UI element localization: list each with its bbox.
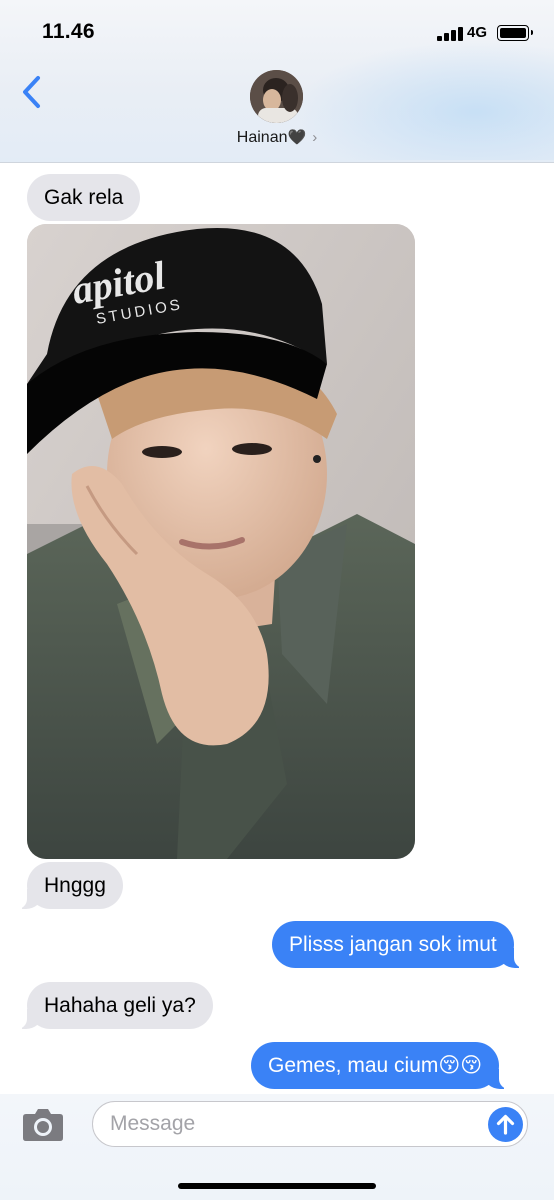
signal-strength-icon (437, 27, 463, 41)
message-incoming[interactable]: Hnggg (17, 862, 123, 909)
black-heart-icon: 🖤 (287, 129, 307, 146)
battery-icon (497, 25, 533, 41)
camera-button[interactable] (22, 1106, 64, 1142)
camera-icon (23, 1109, 63, 1141)
chevron-left-icon (23, 76, 40, 108)
send-button[interactable] (488, 1107, 523, 1142)
chevron-right-icon: › (312, 129, 318, 146)
back-button[interactable] (16, 72, 48, 112)
message-text: Hahaha geli ya? (44, 994, 196, 1017)
selfie-photo: apitol STUDIOS (27, 224, 415, 859)
message-incoming[interactable]: Gak rela (27, 174, 141, 221)
network-type: 4G (467, 24, 488, 41)
contact-name: Hainan (236, 129, 288, 146)
message-text: Gemes, mau cium😚😚 (268, 1054, 483, 1077)
message-input[interactable] (110, 1102, 480, 1145)
message-outgoing[interactable]: Gemes, mau cium😚😚 (251, 1042, 510, 1089)
arrow-up-icon (496, 1114, 515, 1135)
message-outgoing[interactable]: Plisss jangan sok imut (272, 921, 524, 968)
message-incoming[interactable]: Hahaha geli ya? (17, 982, 213, 1029)
message-text: Plisss jangan sok imut (289, 933, 497, 956)
message-text: Gak rela (44, 186, 124, 209)
message-field[interactable] (92, 1101, 528, 1147)
contact-name-button[interactable]: Hainan🖤 › (0, 128, 554, 147)
status-time: 11.46 (42, 20, 95, 43)
home-indicator[interactable] (178, 1183, 376, 1189)
contact-avatar[interactable] (250, 70, 303, 123)
message-photo[interactable]: apitol STUDIOS (27, 224, 415, 859)
message-text: Hnggg (44, 874, 106, 897)
